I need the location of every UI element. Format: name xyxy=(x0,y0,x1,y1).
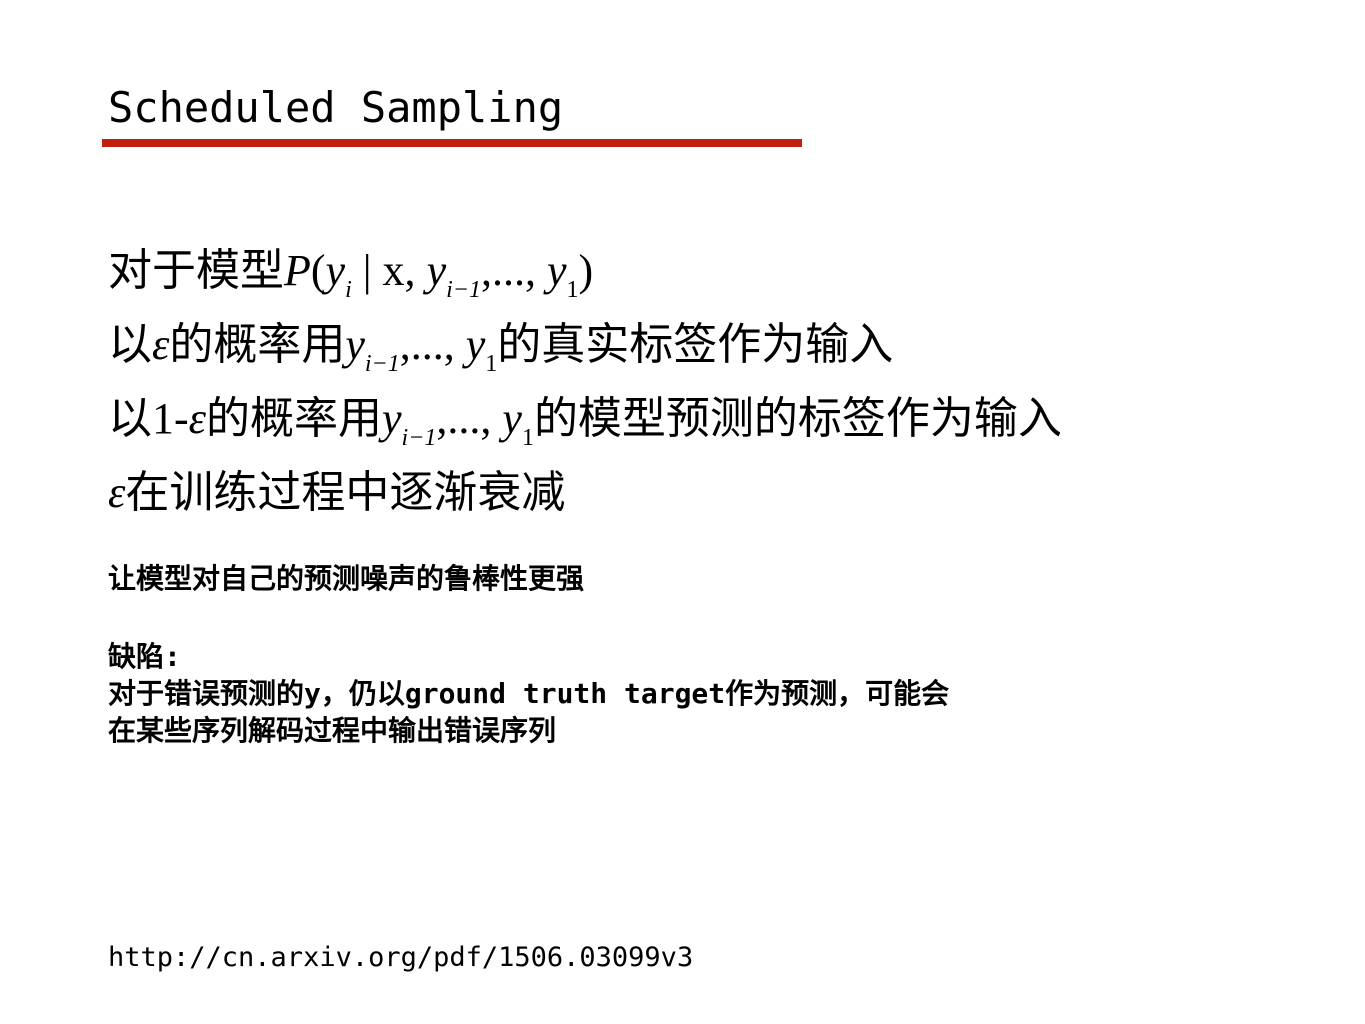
formula-prefix: 以 xyxy=(108,320,152,369)
y-first-symbol: y xyxy=(546,246,567,295)
formula-suffix: 在训练过程中逐渐衰减 xyxy=(125,468,566,517)
y-first-symbol: y xyxy=(465,320,486,369)
ellipsis: ,..., xyxy=(399,320,466,369)
drawback-line-2: 在某些序列解码过程中输出错误序列 xyxy=(108,714,557,747)
epsilon-symbol: ε xyxy=(152,320,170,369)
drawback-label: 缺陷: xyxy=(108,640,181,673)
subscript-1: 1 xyxy=(521,425,534,451)
formula-middle: 的概率用 xyxy=(169,320,346,369)
close-paren: ) xyxy=(578,246,594,295)
y-first-symbol: y xyxy=(502,394,522,443)
subscript-i: i xyxy=(345,277,352,303)
formula-true-label-line: 以ε的概率用yi−1,..., y1的真实标签作为输入 xyxy=(108,317,894,376)
formula-middle: 的概率用 xyxy=(206,394,382,443)
formula-decay-line: ε在训练过程中逐渐衰减 xyxy=(108,465,565,521)
formula-suffix: 的模型预测的标签作为输入 xyxy=(533,394,1062,443)
y-prev-symbol: y xyxy=(345,320,365,369)
y-symbol: y xyxy=(325,246,346,295)
y-prev-symbol: y xyxy=(426,246,447,295)
formula-predicted-label-line: 以1-ε的概率用yi−1,..., y1的模型预测的标签作为输入 xyxy=(108,391,1062,450)
model-symbol: P xyxy=(284,246,311,295)
title-underline xyxy=(102,139,802,147)
slide-title: Scheduled Sampling xyxy=(108,83,564,132)
robustness-note: 让模型对自己的预测噪声的鲁棒性更强 xyxy=(108,562,585,595)
formula-prefix: 以1- xyxy=(108,394,189,443)
epsilon-symbol: ε xyxy=(188,394,206,443)
formula-suffix: 的真实标签作为输入 xyxy=(497,320,894,369)
drawback-line-1: 对于错误预测的y，仍以ground truth target作为预测，可能会 xyxy=(108,677,950,710)
reference-url[interactable]: http://cn.arxiv.org/pdf/1506.03099v3 xyxy=(108,940,693,976)
subscript-i-minus-1: i−1 xyxy=(401,425,437,451)
open-paren: ( xyxy=(310,246,326,295)
subscript-1: 1 xyxy=(566,277,579,303)
subscript-i-minus-1: i−1 xyxy=(364,351,400,377)
formula-model-definition: 对于模型P(yi | x, yi−1,..., y1) xyxy=(108,243,594,302)
subscript-i-minus-1: i−1 xyxy=(446,277,481,303)
formula-prefix: 对于模型 xyxy=(108,246,284,295)
y-prev-symbol: y xyxy=(382,394,402,443)
given-x: | x, xyxy=(351,246,427,295)
ellipsis: ,..., xyxy=(480,246,547,295)
subscript-1: 1 xyxy=(485,351,498,377)
ellipsis: ,..., xyxy=(436,394,503,443)
epsilon-symbol: ε xyxy=(108,468,126,517)
